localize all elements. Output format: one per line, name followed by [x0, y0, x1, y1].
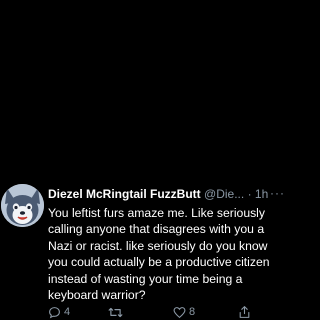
tweet[interactable]: Diezel McRingtail FuzzButt @Die... · 1h … [0, 178, 290, 320]
share-icon [239, 306, 250, 318]
like-button[interactable]: 8 [173, 304, 195, 320]
timestamp[interactable]: 1h [255, 187, 268, 201]
comment-icon [49, 306, 60, 318]
retweet-icon [108, 307, 123, 317]
husky-avatar-icon [1, 184, 44, 227]
tweet-header: Diezel McRingtail FuzzButt @Die... · 1h … [48, 186, 288, 202]
display-name[interactable]: Diezel McRingtail FuzzButt [48, 187, 201, 201]
reply-count: 4 [64, 306, 71, 318]
more-options-icon[interactable]: ··· [270, 186, 285, 200]
avatar[interactable] [1, 184, 44, 227]
separator-dot: · [247, 187, 252, 201]
retweet-button[interactable] [108, 304, 123, 320]
tweet-actions: 4 8 [48, 304, 288, 320]
reply-button[interactable]: 4 [48, 304, 70, 320]
tweet-text: You leftist furs amaze me. Like seriousl… [48, 206, 270, 303]
user-handle[interactable]: @Die... [204, 187, 244, 201]
share-button[interactable] [238, 304, 251, 320]
like-count: 8 [189, 306, 196, 318]
heart-icon [173, 306, 186, 318]
